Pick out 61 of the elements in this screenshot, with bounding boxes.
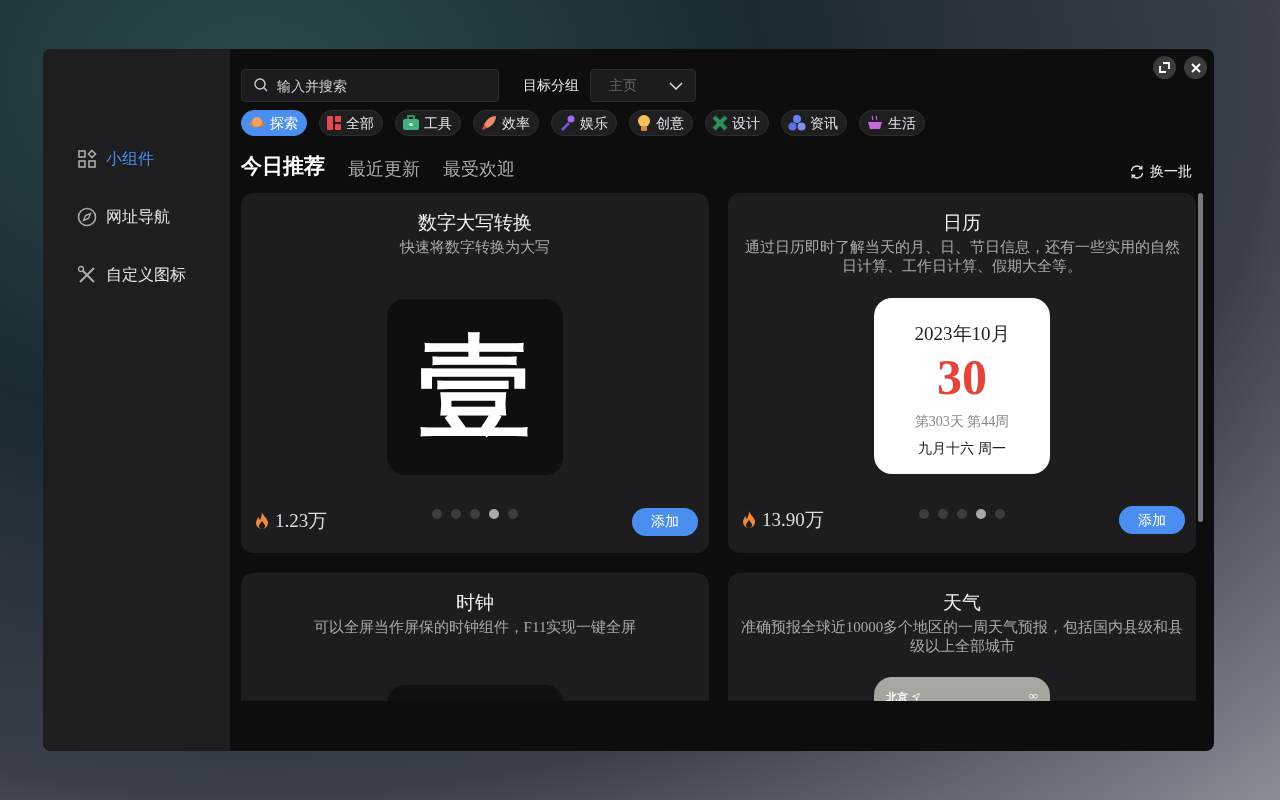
expand-icon [1159, 62, 1170, 73]
chevron-down-icon [669, 81, 683, 90]
cross-icon [712, 115, 728, 131]
category-chip[interactable]: 全部 [319, 110, 383, 136]
refresh-icon [1129, 163, 1145, 180]
flame-icon [742, 510, 756, 529]
toolbox-icon [402, 115, 420, 131]
bulb-icon [636, 114, 652, 132]
refresh-button[interactable]: 换一批 [1129, 161, 1192, 182]
sidebar-item[interactable]: 小组件 [77, 141, 230, 177]
carousel-dot[interactable] [938, 509, 948, 519]
calendar-lunar-date: 九月十六 周一 [918, 440, 1006, 458]
tab[interactable]: 今日推荐 [241, 150, 325, 182]
category-chip[interactable]: 效率 [473, 110, 539, 136]
compass-icon [77, 207, 97, 227]
category-chip[interactable]: 生活 [859, 110, 925, 136]
popularity-count: 13.90万 [762, 507, 824, 532]
sidebar-item[interactable]: 网址导航 [77, 199, 230, 235]
sidebar-item[interactable]: 自定义图标 [77, 257, 230, 293]
weather-mark: ∞ [1028, 688, 1038, 701]
card-description: 准确预报全球近10000多个地区的一周天气预报，包括国内县级和县级以上全部城市 [739, 617, 1185, 656]
category-chip[interactable]: 资讯 [781, 110, 847, 136]
tab[interactable]: 最受欢迎 [443, 155, 515, 182]
card-title: 时钟 [456, 591, 494, 615]
layout-icon [326, 115, 342, 131]
calendar-month: 2023年10月 [914, 321, 1010, 346]
card-description: 通过日历即时了解当天的月、日、节日信息，还有一些实用的自然日计算、工作日计算、假期大全等。 [743, 237, 1181, 276]
card-description: 可以全屏当作屏保的时钟组件，F11实现一键全屏 [313, 617, 637, 637]
category-chip[interactable]: 工具 [395, 110, 461, 136]
close-icon [1190, 62, 1201, 73]
calendar-info: 第303天 第44周 [914, 413, 1010, 431]
grid-icon [77, 149, 97, 169]
carousel-dot[interactable] [995, 509, 1005, 519]
group-label: 目标分组 [523, 76, 579, 95]
preview-character: 壹 [419, 331, 531, 443]
category-chip[interactable]: 娱乐 [551, 110, 617, 136]
card-title: 天气 [943, 591, 981, 615]
carousel-dot[interactable] [451, 509, 461, 519]
card-description: 快速将数字转换为大写 [400, 237, 550, 257]
scrollbar[interactable] [1198, 193, 1203, 522]
carousel-dot[interactable] [976, 509, 986, 519]
carousel-dot[interactable] [470, 509, 480, 519]
card-title: 日历 [943, 211, 981, 235]
popularity-count: 1.23万 [275, 509, 328, 533]
carousel-dot[interactable] [489, 509, 499, 519]
carousel-dot[interactable] [508, 509, 518, 519]
carousel-dot[interactable] [957, 509, 967, 519]
restore-button[interactable] [1153, 56, 1176, 79]
calendar-day: 30 [937, 350, 987, 405]
flame-icon [255, 512, 269, 531]
cup-icon [866, 114, 884, 132]
close-button[interactable] [1184, 56, 1207, 79]
tab[interactable]: 最近更新 [348, 155, 420, 182]
location-arrow-icon [912, 692, 920, 701]
carousel-dot[interactable] [919, 509, 929, 519]
hexagons-icon [788, 114, 806, 132]
carousel-dot[interactable] [432, 509, 442, 519]
search-field[interactable]: 输入并搜索 [241, 69, 499, 102]
category-chip[interactable]: 创意 [629, 110, 693, 136]
card-title: 数字大写转换 [418, 211, 532, 235]
category-chip[interactable]: 设计 [705, 110, 769, 136]
